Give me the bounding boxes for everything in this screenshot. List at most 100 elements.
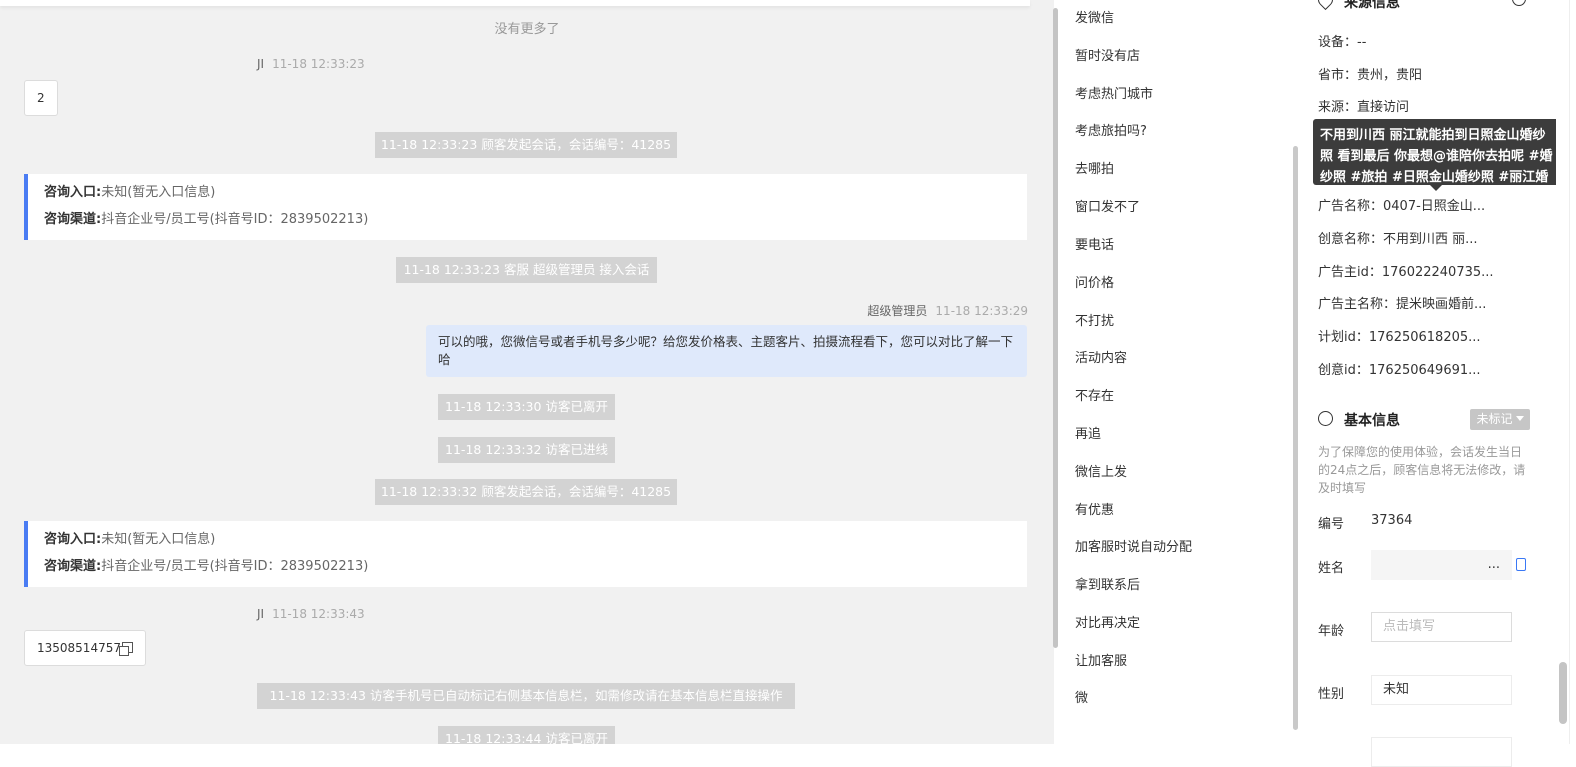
entrance-value: 未知(暂无入口信息): [101, 185, 216, 200]
system-message: 11-18 12:33:23 客服 超级管理员 接入会话: [396, 257, 657, 283]
tooltip-arrow: [1430, 185, 1442, 191]
visitor-meta: JI 11-18 12:33:43: [257, 607, 365, 621]
row-value: 不用到川西 丽...: [1383, 232, 1478, 247]
entrance-value: 未知(暂无入口信息): [101, 532, 216, 547]
age-input[interactable]: 点击填写: [1371, 612, 1512, 642]
customer-info-panel: 来源信息 设备：-- 省市：贵州，贵阳 来源：直接访问 广告名称：0407-日照…: [1298, 0, 1556, 767]
next-field[interactable]: [1371, 737, 1512, 767]
tag-dropdown-button[interactable]: 未标记: [1470, 409, 1530, 430]
phrase-item[interactable]: 不存在: [1075, 385, 1114, 404]
row-label: 广告名称：: [1318, 199, 1384, 214]
phrase-item[interactable]: 微: [1075, 687, 1088, 706]
channel-label: 咨询渠道:: [44, 559, 102, 574]
row-value: 提米映画婚前...: [1396, 297, 1487, 312]
phrase-item[interactable]: 再追: [1075, 423, 1101, 442]
source-section-title: 来源信息: [1344, 0, 1400, 11]
row-value: --: [1357, 35, 1367, 50]
row-value: 176022240735...: [1381, 265, 1494, 280]
creative-name-tooltip: 不用到川西 丽江就能拍到日照金山婚纱照 看到最后 你最想@谁陪你去拍呢 #婚纱照…: [1313, 119, 1560, 185]
phrase-item[interactable]: 微信上发: [1075, 461, 1127, 480]
source-row-advertiser-id[interactable]: 广告主id：176022240735...: [1318, 261, 1494, 280]
location-pin-icon: [1314, 0, 1337, 11]
row-label: 来源：: [1318, 100, 1358, 115]
system-message: 11-18 12:33:23 顾客发起会话，会话编号：41285: [375, 132, 677, 158]
visitor-name: JI: [257, 607, 265, 621]
source-row-region: 省市：贵州，贵阳: [1318, 64, 1422, 83]
window-scrollbar-thumb[interactable]: [1559, 662, 1567, 724]
phrase-item[interactable]: 有优惠: [1075, 499, 1114, 518]
copy-doc-icon[interactable]: [1516, 558, 1526, 571]
row-label: 省市：: [1318, 68, 1358, 83]
gender-select[interactable]: 未知: [1371, 675, 1512, 705]
system-message: 11-18 12:33:43 访客手机号已自动标记右侧基本信息栏，如需修改请在基…: [257, 683, 795, 709]
phrase-item[interactable]: 考虑热门城市: [1075, 83, 1153, 102]
phrase-item[interactable]: 暂时没有店: [1075, 45, 1140, 64]
phrase-item[interactable]: 考虑旅拍吗?: [1075, 120, 1147, 139]
system-message: 11-18 12:33:32 顾客发起会话，会话编号：41285: [375, 479, 677, 505]
phrase-item[interactable]: 让加客服: [1075, 650, 1127, 669]
entry-info-card: 咨询入口:未知(暂无入口信息) 咨询渠道:抖音企业号/员工号(抖音号ID：283…: [24, 521, 1027, 587]
phrase-item[interactable]: 要电话: [1075, 234, 1114, 253]
phrase-item[interactable]: 不打扰: [1075, 310, 1114, 329]
message-text: 2: [37, 91, 45, 105]
phrase-item[interactable]: 发微信: [1075, 7, 1114, 26]
edit-notice: 为了保障您的使用体验，会话发生当日的24点之后，顾客信息将无法修改，请及时填写: [1318, 445, 1526, 495]
source-row-advertiser-name[interactable]: 广告主名称：提米映画婚前...: [1318, 293, 1486, 312]
phrase-item[interactable]: 加客服时说自动分配: [1075, 536, 1192, 555]
message-time: 11-18 12:33:43: [272, 607, 365, 621]
phrase-item[interactable]: 拿到联系后: [1075, 574, 1140, 593]
agent-message[interactable]: 可以的哦，您微信号或者手机号多少呢？给您发价格表、主题客片、拍摄流程看下，您可以…: [426, 325, 1027, 377]
visitor-message[interactable]: 13508514757: [24, 630, 146, 666]
row-value: 176250618205...: [1368, 330, 1481, 345]
copy-icon[interactable]: [118, 642, 133, 656]
window-scrollbar-track: [1556, 0, 1576, 744]
edit-circle-icon[interactable]: [1512, 0, 1526, 6]
source-row-creative-id[interactable]: 创意id：176250649691...: [1318, 359, 1481, 378]
phrase-item[interactable]: 窗口发不了: [1075, 196, 1140, 215]
system-message: 11-18 12:33:30 访客已离开: [438, 394, 615, 420]
row-value: 0407-日照金山...: [1383, 199, 1486, 214]
visitor-message[interactable]: 2: [24, 80, 58, 116]
channel-value: 抖音企业号/员工号(抖音号ID：2839502213): [101, 559, 369, 574]
chat-panel: 没有更多了 JI 11-18 12:33:23 2 11-18 12:33:23 …: [0, 0, 1054, 744]
source-row-creative-name[interactable]: 创意名称：不用到川西 丽...: [1318, 228, 1478, 247]
quick-phrase-list: 发微信 暂时没有店 考虑热门城市 考虑旅拍吗? 去哪拍 窗口发不了 要电话 问价…: [1060, 0, 1296, 744]
source-row-ad-name[interactable]: 广告名称：0407-日照金山...: [1318, 195, 1485, 214]
message-text: 13508514757: [37, 641, 121, 655]
id-value: 37364: [1371, 513, 1413, 528]
row-label: 设备：: [1318, 35, 1358, 50]
message-time: 11-18 12:33:29: [935, 304, 1028, 318]
scrollbar-divider: [1569, 0, 1570, 744]
chat-scrollbar[interactable]: [1053, 8, 1058, 648]
age-label: 年龄: [1318, 624, 1345, 639]
row-value: 直接访问: [1357, 100, 1410, 115]
chat-top-divider: [0, 0, 1030, 6]
gender-label: 性别: [1318, 687, 1345, 702]
entrance-label: 咨询入口:: [44, 185, 102, 200]
entry-info-card: 咨询入口:未知(暂无入口信息) 咨询渠道:抖音企业号/员工号(抖音号ID：283…: [24, 174, 1027, 240]
row-value: 176250649691...: [1368, 363, 1481, 378]
row-label: 计划id：: [1318, 330, 1369, 345]
agent-meta: 超级管理员 11-18 12:33:29: [867, 302, 1028, 319]
caret-down-icon: [1515, 416, 1524, 421]
source-row-source: 来源：直接访问: [1318, 96, 1409, 115]
source-row-device: 设备：--: [1318, 31, 1366, 50]
phrase-item[interactable]: 问价格: [1075, 272, 1114, 291]
phrase-item[interactable]: 活动内容: [1075, 347, 1127, 366]
phrase-item[interactable]: 去哪拍: [1075, 158, 1114, 177]
entrance-label: 咨询入口:: [44, 532, 102, 547]
row-label: 广告主名称：: [1318, 297, 1397, 312]
visitor-meta: JI 11-18 12:33:23: [257, 57, 365, 71]
user-circle-icon: [1318, 411, 1333, 426]
row-label: 广告主id：: [1318, 265, 1382, 280]
system-message: 11-18 12:33:32 访客已进线: [438, 437, 615, 463]
phrase-item[interactable]: 对比再决定: [1075, 612, 1140, 631]
source-row-plan-id[interactable]: 计划id：176250618205...: [1318, 326, 1481, 345]
row-label: 创意名称：: [1318, 232, 1384, 247]
channel-label: 咨询渠道:: [44, 212, 102, 227]
id-label: 编号: [1318, 517, 1345, 532]
row-label: 创意id：: [1318, 363, 1369, 378]
message-time: 11-18 12:33:23: [272, 57, 365, 71]
name-field[interactable]: ...: [1371, 550, 1512, 580]
visitor-name: JI: [257, 57, 265, 71]
